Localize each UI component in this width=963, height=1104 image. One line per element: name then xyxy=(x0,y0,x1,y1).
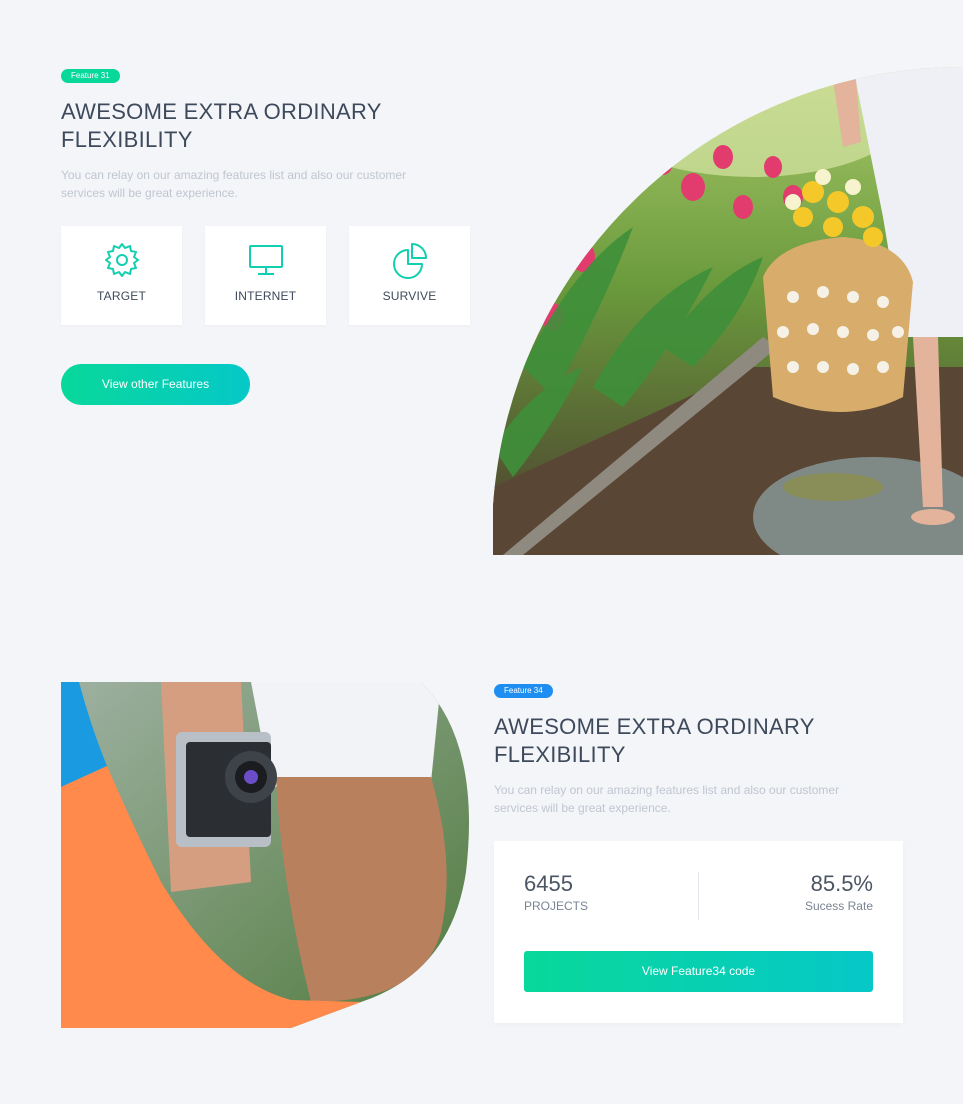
camera-photo xyxy=(61,682,469,1028)
feature34-description: You can relay on our amazing features li… xyxy=(494,781,839,817)
feature31-desc-line1: You can relay on our amazing features li… xyxy=(61,168,407,182)
feature31-title-line2: FLEXIBILITY xyxy=(61,127,193,152)
feature34-desc-line2: services will be great experience. xyxy=(494,801,671,815)
gear-icon xyxy=(105,243,139,277)
feature34-title-line2: FLEXIBILITY xyxy=(494,742,626,767)
feature31-title: AWESOME EXTRA ORDINARY FLEXIBILITY xyxy=(61,98,382,154)
feature34-desc-line1: You can relay on our amazing features li… xyxy=(494,783,840,797)
feature-card-label: INTERNET xyxy=(234,289,297,303)
feature31-desc-line2: services will be great experience. xyxy=(61,186,238,200)
stats-divider xyxy=(698,872,699,920)
feature34-title: AWESOME EXTRA ORDINARY FLEXIBILITY xyxy=(494,713,815,769)
feature-card-survive[interactable]: SURVIVE xyxy=(349,226,470,325)
pie-chart-icon xyxy=(393,243,427,279)
projects-label: PROJECTS xyxy=(524,899,589,913)
success-rate-value: 85.5% xyxy=(810,871,873,896)
feature-card-internet[interactable]: INTERNET xyxy=(205,226,326,325)
feature34-title-line1: AWESOME EXTRA ORDINARY xyxy=(494,714,815,739)
feature-card-label: TARGET xyxy=(97,289,146,303)
feature-card-label: SURVIVE xyxy=(382,289,437,303)
feature31-description: You can relay on our amazing features li… xyxy=(61,166,406,202)
view-other-features-button[interactable]: View other Features xyxy=(61,364,250,405)
feature31-section: Feature 31 AWESOME EXTRA ORDINARY FLEXIB… xyxy=(0,0,963,600)
stats-card: 6455 PROJECTS 85.5% Sucess Rate View Fea… xyxy=(494,841,903,1023)
projects-value: 6455 xyxy=(524,871,573,896)
feature31-title-line1: AWESOME EXTRA ORDINARY xyxy=(61,99,382,124)
success-rate-label: Sucess Rate xyxy=(804,899,873,913)
feature34-section: Feature 34 AWESOME EXTRA ORDINARY FLEXIB… xyxy=(0,640,963,1104)
flowers-basket-photo xyxy=(493,67,963,555)
feature34-badge: Feature 34 xyxy=(494,684,553,698)
monitor-icon xyxy=(249,245,283,275)
view-feature34-code-button[interactable]: View Feature34 code xyxy=(524,951,873,992)
feature31-badge: Feature 31 xyxy=(61,69,120,83)
feature-card-target[interactable]: TARGET xyxy=(61,226,182,325)
